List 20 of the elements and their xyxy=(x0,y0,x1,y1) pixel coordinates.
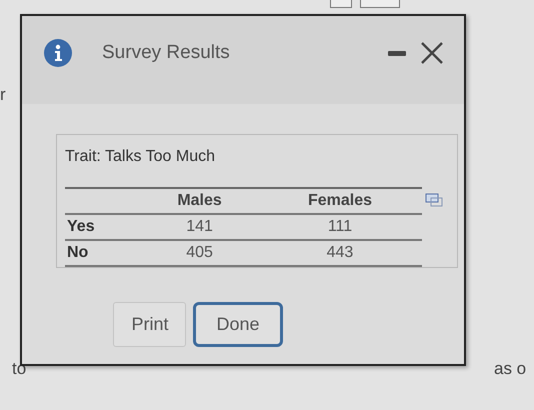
row-label: No xyxy=(65,240,142,266)
table-cell: 141 xyxy=(141,214,258,240)
table-cell: 405 xyxy=(141,240,258,266)
column-header: Males xyxy=(141,188,258,214)
background-text: r xyxy=(0,84,6,106)
column-header: Females xyxy=(258,188,422,214)
info-icon xyxy=(44,39,72,67)
table-cell: 443 xyxy=(258,240,422,266)
minimize-button[interactable] xyxy=(388,50,406,56)
copy-icon[interactable] xyxy=(425,193,443,207)
background-text: as o xyxy=(494,358,526,380)
done-button[interactable]: Done xyxy=(193,302,283,347)
panel-heading: Trait: Talks Too Much xyxy=(65,147,216,167)
print-button[interactable]: Print xyxy=(113,302,186,347)
window-title: Survey Results xyxy=(102,40,230,65)
close-button[interactable] xyxy=(420,40,444,66)
row-label: Yes xyxy=(65,214,142,240)
table-cell: 111 xyxy=(258,214,422,240)
close-icon xyxy=(420,40,444,65)
minimize-icon xyxy=(388,50,406,56)
